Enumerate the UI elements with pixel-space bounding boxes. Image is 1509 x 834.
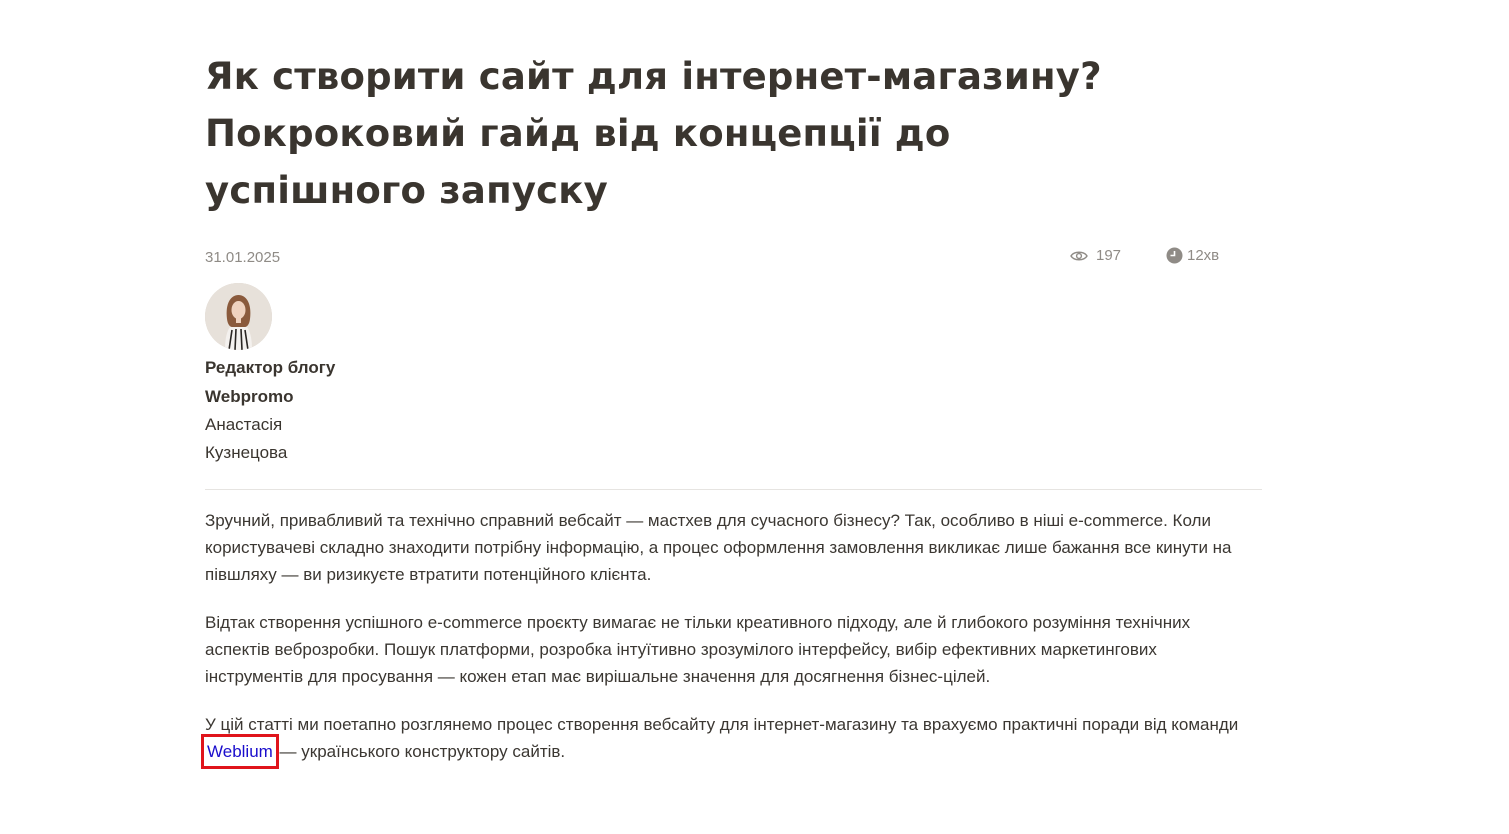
article-body: Зручний, привабливий та технічно справни… xyxy=(201,507,1245,769)
author-role: Редактор блогу Webpromo xyxy=(205,353,365,411)
paragraph-1: Зручний, привабливий та технічно справни… xyxy=(205,511,1232,584)
paragraph-3-after: — українського конструктору сайтів. xyxy=(274,742,566,761)
title-line-2: Покроковий гайд від концепції до xyxy=(205,112,951,155)
eye-icon xyxy=(1070,250,1088,262)
views-count: 197 xyxy=(1070,247,1121,264)
paragraph-2: Відтак створення успішного e-commerce пр… xyxy=(205,613,1191,686)
author-name: Анастасія Кузнецова xyxy=(205,411,325,467)
weblium-link[interactable]: Weblium xyxy=(207,742,273,761)
divider xyxy=(205,489,1262,490)
views-value: 197 xyxy=(1096,247,1122,264)
author-block: Редактор блогу Webpromo Анастасія Кузнец… xyxy=(205,283,1262,467)
author-role-line-1: Редактор блогу xyxy=(205,358,336,377)
title-line-3: успішного запуску xyxy=(205,169,608,212)
paragraph-3: У цій статті ми поетапно розглянемо проц… xyxy=(201,711,1245,769)
title-line-1: Як створити сайт для інтернет-магазину? xyxy=(205,55,1102,98)
paragraph-3-before: У цій статті ми поетапно розглянемо проц… xyxy=(205,715,1239,734)
author-name-line-1: Анастасія xyxy=(205,415,283,434)
article-meta: 31.01.2025 197 12хв xyxy=(205,247,1262,271)
author-role-line-2: Webpromo xyxy=(205,387,294,406)
publish-date: 31.01.2025 xyxy=(205,249,281,266)
read-time: 12хв xyxy=(1166,247,1219,264)
clock-icon xyxy=(1166,247,1183,264)
page: Як створити сайт для інтернет-магазину? … xyxy=(0,0,1509,834)
read-time-value: 12хв xyxy=(1187,247,1220,264)
article-title: Як створити сайт для інтернет-магазину? … xyxy=(205,48,1105,219)
article: Як створити сайт для інтернет-магазину? … xyxy=(201,48,1262,786)
author-avatar xyxy=(205,283,272,350)
author-name-line-2: Кузнецова xyxy=(205,443,288,462)
weblium-link-highlight: Weblium xyxy=(201,734,279,769)
